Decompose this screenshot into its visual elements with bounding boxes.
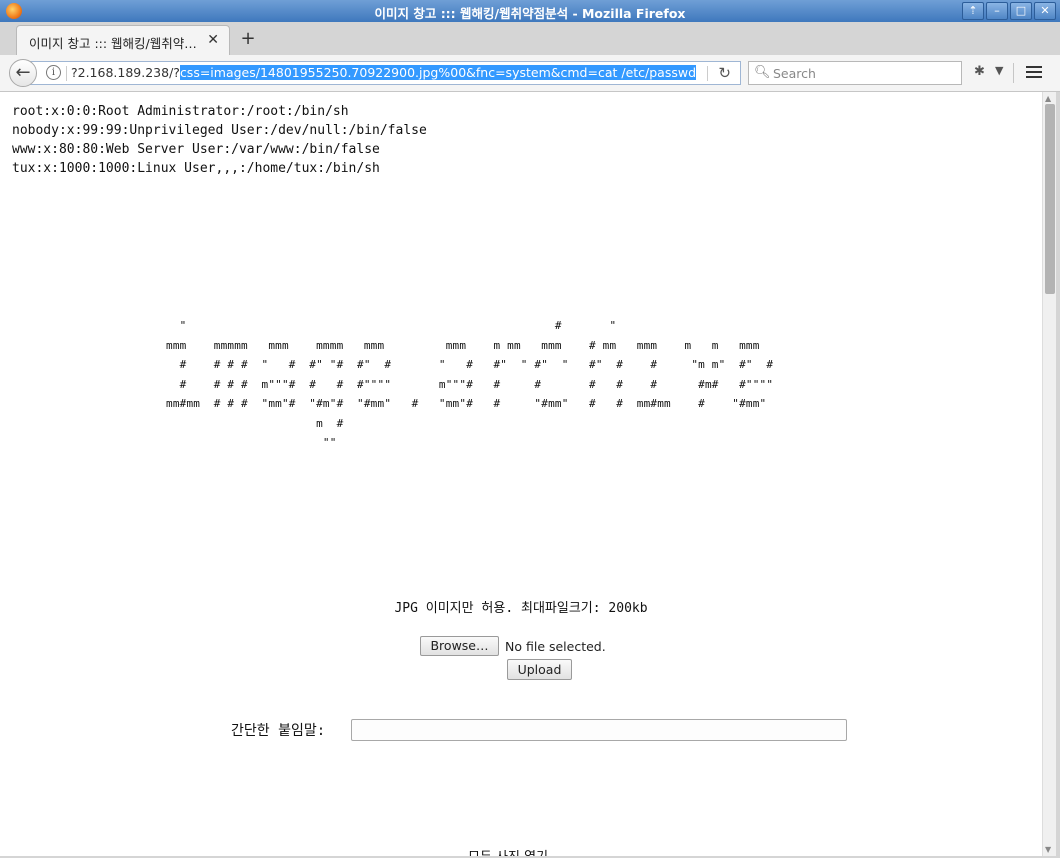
memo-label: 간단한 붙임말:: [231, 723, 326, 739]
reload-separator: [707, 66, 708, 81]
window-minimize-button[interactable]: –: [986, 2, 1008, 20]
navigation-toolbar: i ?2.168.189.238/?css=images/14801955250…: [0, 55, 1060, 92]
browse-button[interactable]: Browse…: [420, 636, 499, 656]
memo-input[interactable]: [351, 719, 847, 741]
addon-dropdown-icon[interactable]: ▼: [995, 64, 1003, 77]
window-border-right: [1056, 92, 1060, 858]
url-separator: [66, 66, 67, 81]
url-text[interactable]: ?2.168.189.238/?css=images/14801955250.7…: [71, 65, 697, 80]
back-button[interactable]: ←: [9, 59, 37, 87]
window-maximize-vertical-button[interactable]: ⇡: [962, 2, 984, 20]
passwd-output: root:x:0:0:Root Administrator:/root:/bin…: [12, 104, 427, 176]
search-bar[interactable]: 🔍︎ Search: [748, 61, 962, 85]
url-selected-text: css=images/14801955250.70922900.jpg%00&f…: [179, 65, 697, 80]
scrollbar-thumb[interactable]: [1045, 104, 1055, 294]
window-controls: ⇡ – □ ✕: [962, 2, 1056, 20]
view-all-photos-text[interactable]: 모두 사진 열기: [468, 846, 548, 856]
vertical-scrollbar[interactable]: ▲ ▼: [1042, 92, 1056, 856]
new-tab-button[interactable]: +: [238, 28, 258, 49]
upload-info-text: JPG 이미지만 허용. 최대파일크기: 200kb: [394, 601, 648, 616]
reload-icon[interactable]: ↻: [718, 64, 731, 82]
tab-close-icon[interactable]: ✕: [207, 32, 219, 48]
window-titlebar: 이미지 창고 ::: 웹해킹/웹취약점분석 - Mozilla Firefox …: [0, 0, 1060, 22]
window-title: 이미지 창고 ::: 웹해킹/웹취약점분석 - Mozilla Firefox: [374, 6, 686, 21]
tab-current[interactable]: 이미지 창고 ::: 웹해킹/웹취약… ✕: [16, 25, 230, 55]
upload-button[interactable]: Upload: [507, 659, 572, 680]
scroll-down-icon[interactable]: ▼: [1045, 845, 1051, 854]
window-close-button[interactable]: ✕: [1034, 2, 1056, 20]
addon-bug-icon[interactable]: ✱: [974, 64, 985, 79]
toolbar-separator: [1013, 63, 1014, 83]
hamburger-menu-icon[interactable]: [1026, 63, 1042, 81]
page-content: root:x:0:0:Root Administrator:/root:/bin…: [0, 92, 1042, 856]
url-bar[interactable]: i ?2.168.189.238/?css=images/14801955250…: [30, 61, 741, 85]
window-maximize-button[interactable]: □: [1010, 2, 1032, 20]
tab-label: 이미지 창고 ::: 웹해킹/웹취약…: [29, 36, 197, 51]
url-prefix: ?2.168.189.238/?: [71, 65, 180, 80]
search-placeholder: Search: [773, 66, 816, 81]
site-info-icon[interactable]: i: [46, 65, 61, 80]
tab-strip: 이미지 창고 ::: 웹해킹/웹취약… ✕ +: [0, 22, 1060, 56]
scroll-up-icon[interactable]: ▲: [1045, 94, 1051, 103]
ascii-art-logo: " # " mmm mmmmm mmm mmmm mmm mmm m mm mm…: [166, 319, 774, 449]
search-icon: 🔍︎: [754, 65, 771, 80]
file-status-text: No file selected.: [505, 639, 606, 654]
